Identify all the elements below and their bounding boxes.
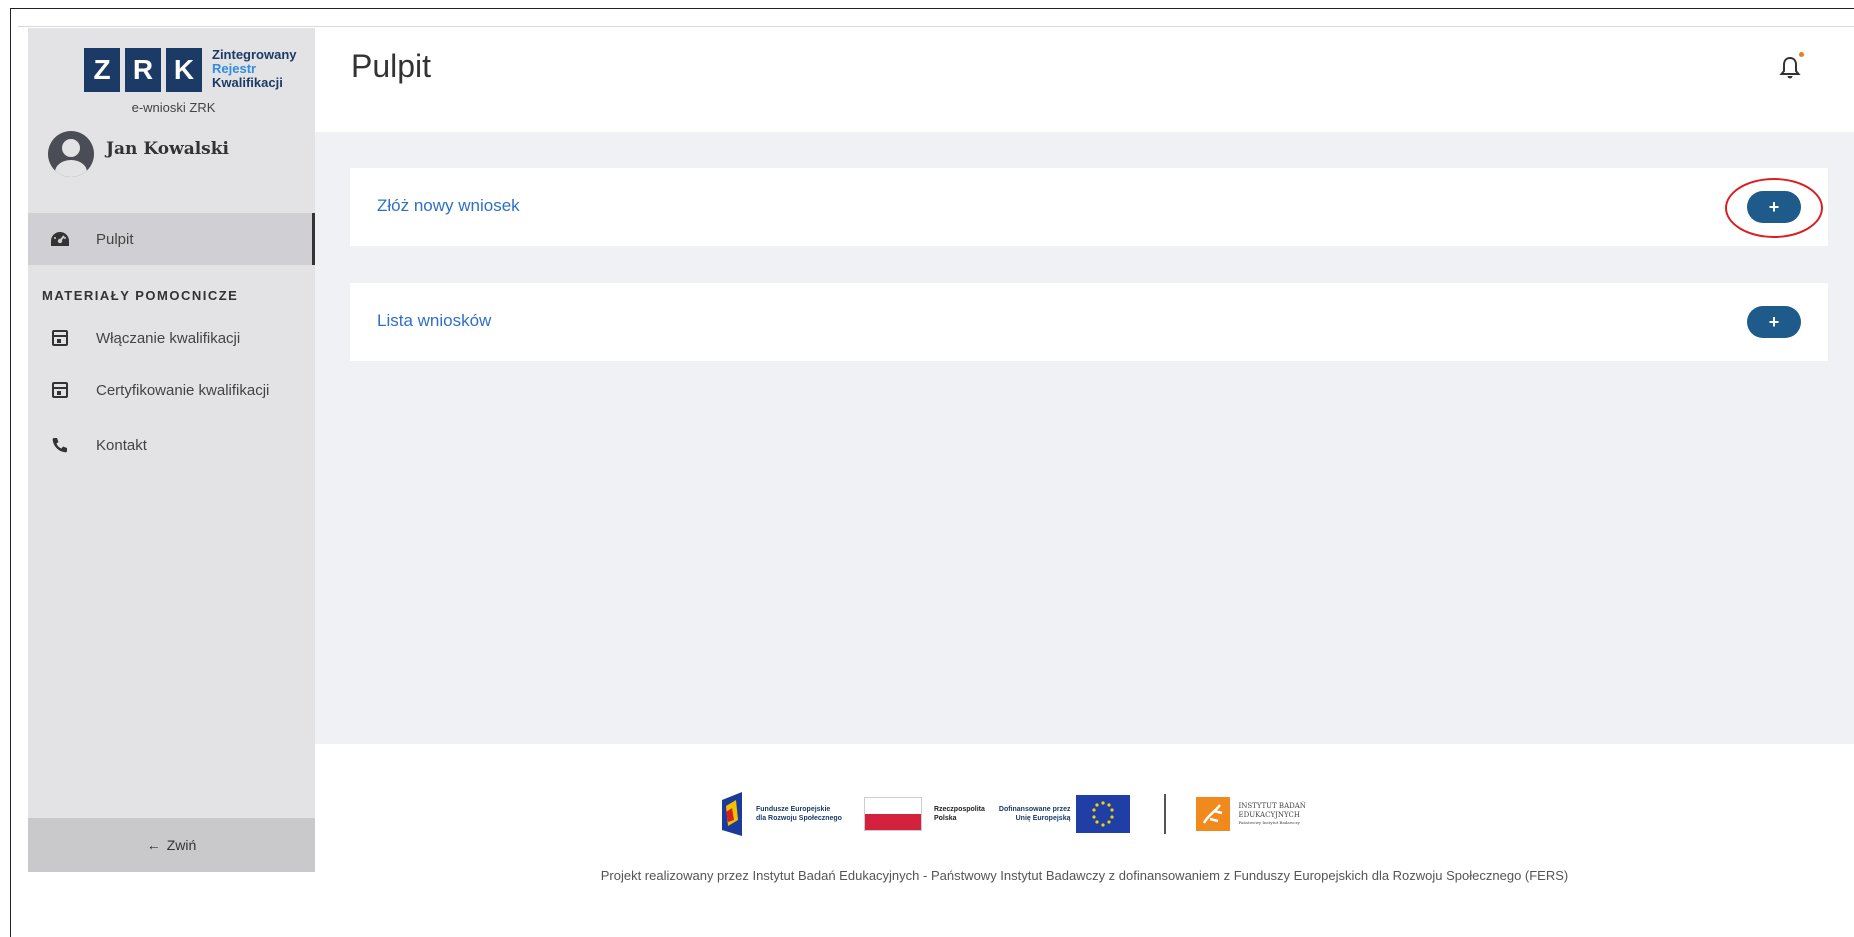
sidebar-item-label: Pulpit [96, 230, 134, 248]
user-name: Jan Kowalski [106, 139, 229, 159]
footer: Fundusze Europejskie dla Rozwoju Społecz… [315, 744, 1854, 937]
sidebar-item-pulpit[interactable]: Pulpit [28, 213, 315, 265]
logo-letter: K [166, 48, 202, 92]
card-new-application: Złóż nowy wniosek + [350, 168, 1828, 246]
collapse-sidebar-button[interactable]: ← Zwiń [28, 818, 315, 872]
card-application-list: Lista wniosków + [350, 283, 1828, 361]
arrow-left-icon: ← [146, 837, 161, 853]
top-divider [18, 26, 1854, 27]
zrk-logo[interactable]: Z R K Zintegrowany Rejestr Kwalifikacji … [56, 48, 297, 134]
logo-subtitle: e-wnioski ZRK [131, 100, 216, 115]
page-title: Pulpit [351, 48, 432, 84]
card-label[interactable]: Złóż nowy wniosek [377, 196, 520, 216]
eu-logo: Dofinansowane przez Unię Europejską [999, 795, 1131, 833]
logo-line: Kwalifikacji [212, 75, 283, 90]
rp-line: Polska [933, 815, 957, 822]
logo-letter: R [125, 48, 161, 92]
ibe-line: Państwowy Instytut Badawczy [1238, 820, 1300, 825]
calendar-icon [48, 382, 72, 398]
section-title: MATERIAŁY POMOCNICZE [42, 288, 239, 303]
rp-line: Rzeczpospolita [933, 806, 985, 813]
logo-line: Rejestr [212, 61, 257, 76]
ibe-line: INSTYTUT BADAŃ [1238, 802, 1306, 810]
sidebar-item-wlaczanie[interactable]: Włączanie kwalifikacji [28, 318, 315, 358]
dashboard-icon [48, 230, 72, 248]
avatar-icon [48, 131, 94, 177]
eu-line: Unię Europejską [1015, 815, 1071, 822]
card-label[interactable]: Lista wniosków [377, 311, 491, 331]
phone-icon [48, 436, 72, 454]
sidebar-item-label: Kontakt [96, 436, 147, 454]
fe-flag-icon [722, 792, 742, 836]
logo-text: Zintegrowany Rejestr Kwalifikacji [212, 48, 297, 90]
logo-line: Zintegrowany [212, 47, 297, 62]
sidebar-item-certyfikowanie[interactable]: Certyfikowanie kwalifikacji [28, 370, 315, 410]
poland-flag-icon [863, 797, 922, 831]
expand-application-list-button[interactable]: + [1747, 306, 1801, 338]
ibe-logo: INSTYTUT BADAŃ EDUKACYJNYCH Państwowy In… [1196, 797, 1306, 831]
fe-line: Fundusze Europejskie [756, 806, 831, 813]
ibe-emblem-icon [1196, 797, 1231, 831]
sidebar-item-label: Certyfikowanie kwalifikacji [96, 381, 270, 399]
bell-icon[interactable] [1778, 54, 1802, 82]
page-header: Pulpit [315, 28, 1854, 132]
sidebar-item-kontakt[interactable]: Kontakt [28, 425, 315, 465]
logo-letter: Z [84, 48, 120, 92]
user-profile[interactable]: Jan Kowalski [48, 131, 229, 177]
rp-logo: Rzeczpospolita Polska [863, 797, 985, 831]
ibe-line: EDUKACYJNYCH [1238, 811, 1300, 819]
logo-divider [1164, 794, 1167, 834]
notification-dot [1799, 52, 1804, 57]
fe-line: dla Rozwoju Społecznego [756, 815, 842, 822]
footer-text: Projekt realizowany przez Instytut Badań… [600, 868, 1569, 883]
funding-logos: Fundusze Europejskie dla Rozwoju Społecz… [720, 789, 1306, 839]
sidebar-item-label: Włączanie kwalifikacji [96, 329, 241, 347]
calendar-icon [48, 330, 72, 346]
collapse-label: Zwiń [166, 837, 197, 853]
highlight-circle [1725, 178, 1823, 238]
sidebar: Z R K Zintegrowany Rejestr Kwalifikacji … [28, 28, 315, 872]
main-content: Złóż nowy wniosek + Lista wniosków + [315, 132, 1854, 744]
eu-flag-icon [1076, 795, 1131, 833]
fe-logo: Fundusze Europejskie dla Rozwoju Społecz… [720, 790, 842, 838]
logo-letters: Z R K [84, 48, 202, 92]
eu-line: Dofinansowane przez [998, 806, 1071, 813]
